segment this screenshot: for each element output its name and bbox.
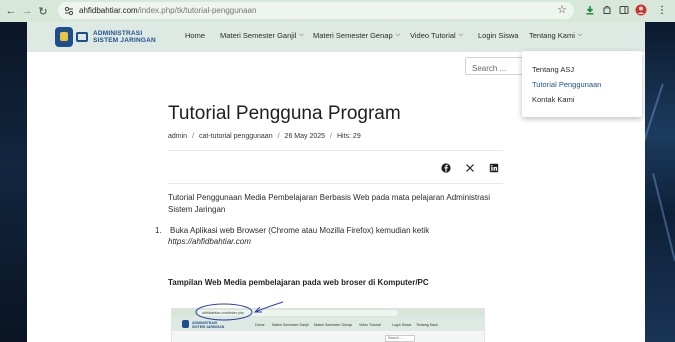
bookmark-star-icon[interactable]: ☆ — [557, 3, 567, 16]
back-icon[interactable]: ← — [3, 3, 19, 19]
reload-icon[interactable]: ↻ — [35, 3, 51, 19]
profile-avatar-icon[interactable] — [634, 3, 648, 17]
menu-dots-icon[interactable]: ⋮ — [655, 3, 669, 17]
forward-icon[interactable]: → — [19, 3, 35, 19]
url-path: /index.php/tk/tutorial-penggunaan — [137, 6, 257, 15]
wallpaper-streak — [652, 173, 675, 261]
handdrawn-annotation — [195, 301, 284, 321]
web-page: ADMINISTRASI SISTEM JARINGAN Home Materi… — [27, 22, 645, 342]
desktop-wallpaper-left — [0, 22, 27, 342]
url-host: ahfidbahtiar.com — [79, 6, 138, 15]
address-bar[interactable]: ahfidbahtiar.com/index.php/tk/tutorial-p… — [58, 2, 574, 19]
download-icon[interactable] — [583, 3, 597, 17]
site-info-icon[interactable] — [63, 5, 75, 17]
url-text: ahfidbahtiar.com/index.php/tk/tutorial-p… — [79, 6, 256, 15]
browser-toolbar: ← → ↻ ahfidbahtiar.com/index.php/tk/tuto… — [0, 0, 675, 22]
desktop-wallpaper-right — [640, 22, 675, 342]
sidebar-panel-icon[interactable] — [617, 3, 631, 17]
extensions-icon[interactable] — [600, 3, 614, 17]
